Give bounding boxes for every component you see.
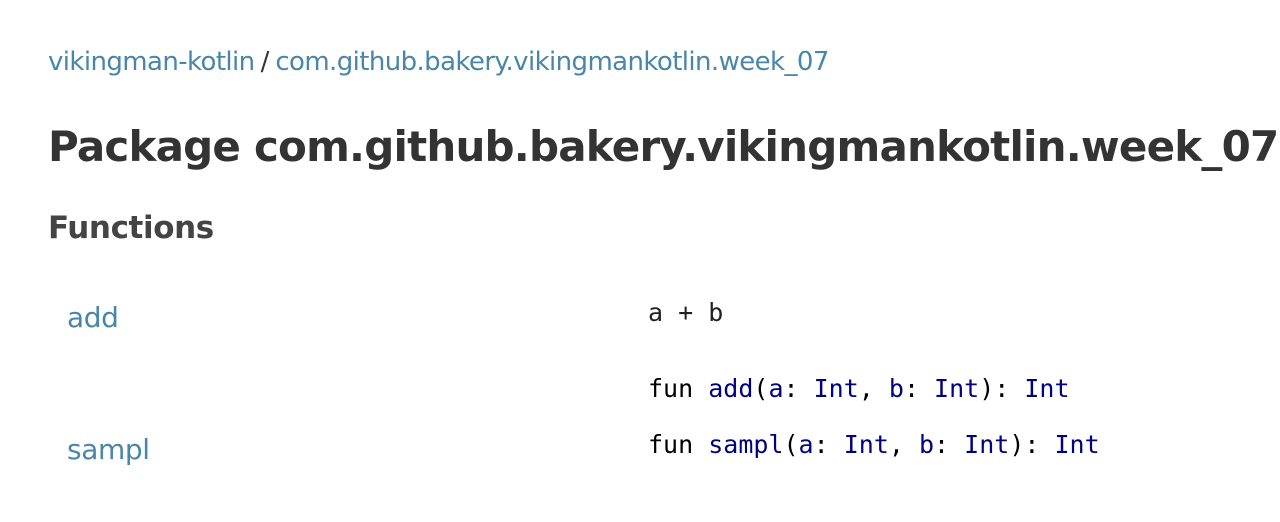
signature-function-name-add[interactable]: add [708,374,753,403]
functions-section-title: Functions [48,210,214,246]
signature-return-type-link[interactable]: Int [1024,374,1069,403]
signature-keyword: fun [648,374,694,403]
signature-param-type-link[interactable]: Int [844,430,889,459]
signature-param-name: a [768,374,784,403]
function-signature-add: fun add(a: Int, b: Int): Int [648,374,1070,403]
signature-param-name: a [798,430,814,459]
signature-param-name: b [888,374,904,403]
signature-function-name-sampl[interactable]: sampl [708,430,783,459]
signature-param-type-link[interactable]: Int [964,430,1009,459]
signature-return-type-link[interactable]: Int [1054,430,1099,459]
function-signature-sampl: fun sampl(a: Int, b: Int): Int [648,430,1100,459]
breadcrumb: vikingman-kotlin / com.github.bakery.vikin… [48,44,829,80]
page-title: Package com.github.bakery.vikingmankotli… [48,122,1279,171]
breadcrumb-package-link[interactable]: com.github.bakery.vikingmankotlin.week_0… [275,47,829,77]
breadcrumb-module-link[interactable]: vikingman-kotlin [48,47,255,77]
function-link-add[interactable]: add [67,300,119,336]
function-description-add: a + b [648,298,724,327]
breadcrumb-separator: / [260,47,270,77]
signature-param-type-link[interactable]: Int [934,374,979,403]
signature-param-type-link[interactable]: Int [814,374,859,403]
function-link-sampl[interactable]: sampl [67,432,150,468]
signature-keyword: fun [648,430,694,459]
signature-param-name: b [918,430,935,459]
